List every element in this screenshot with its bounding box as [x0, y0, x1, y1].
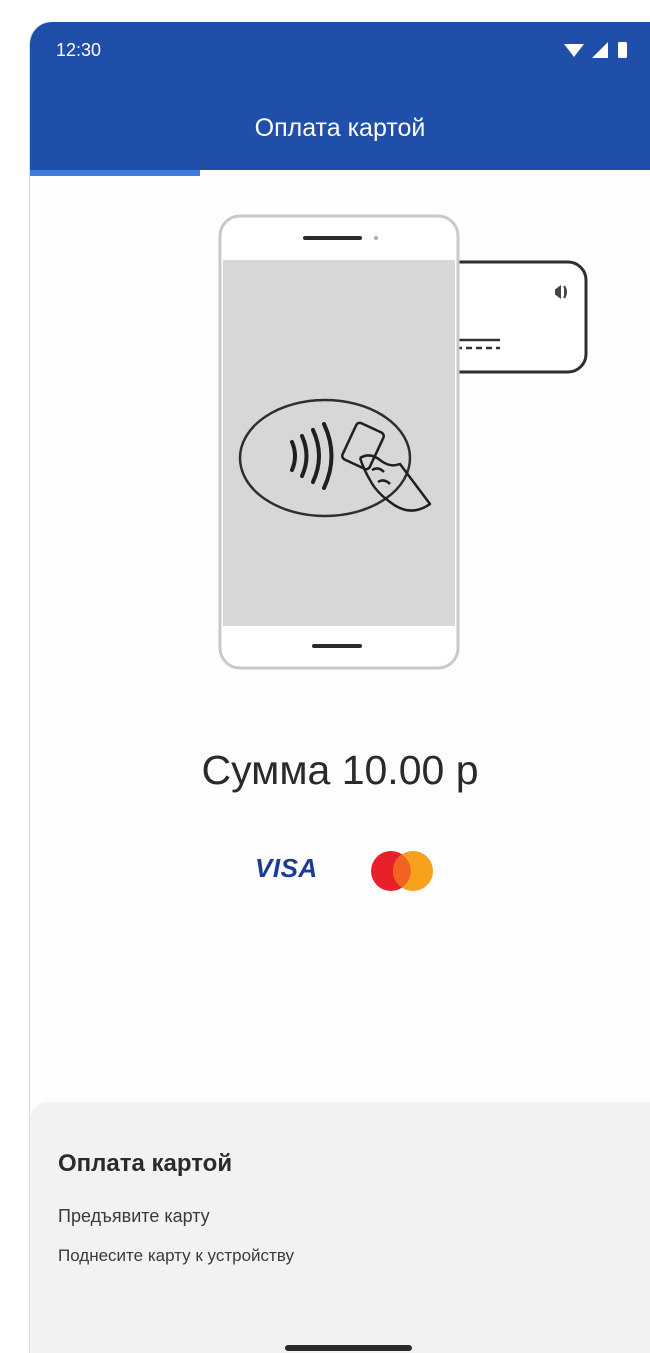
tap-card-illustration — [218, 214, 588, 670]
mastercard-logo — [371, 851, 433, 891]
payment-brands: VISA — [255, 847, 455, 897]
status-time: 12:30 — [56, 40, 102, 60]
wifi-icon — [564, 44, 584, 57]
bottom-sheet: Оплата картой Предъявите карту Поднесите… — [30, 1102, 650, 1353]
visa-logo: VISA — [255, 853, 318, 883]
status-icons — [564, 42, 627, 58]
instruction-present-card: Предъявите карту — [58, 1206, 210, 1226]
payment-amount: Сумма 10.00 р — [201, 747, 479, 793]
app-bar: 12:30 Оплата картой — [30, 22, 650, 170]
sheet-title: Оплата картой — [58, 1150, 233, 1177]
progress-indicator — [30, 170, 200, 176]
phone-shape — [218, 214, 460, 670]
instruction-tap-card: Поднесите карту к устройству — [58, 1246, 294, 1265]
home-indicator[interactable] — [285, 1345, 412, 1351]
phone-screen: 12:30 Оплата картой Сумма 10.00 р VISA О… — [30, 22, 650, 1353]
signal-icon — [592, 42, 608, 58]
page-title: Оплата картой — [254, 114, 426, 142]
battery-icon — [618, 42, 627, 58]
